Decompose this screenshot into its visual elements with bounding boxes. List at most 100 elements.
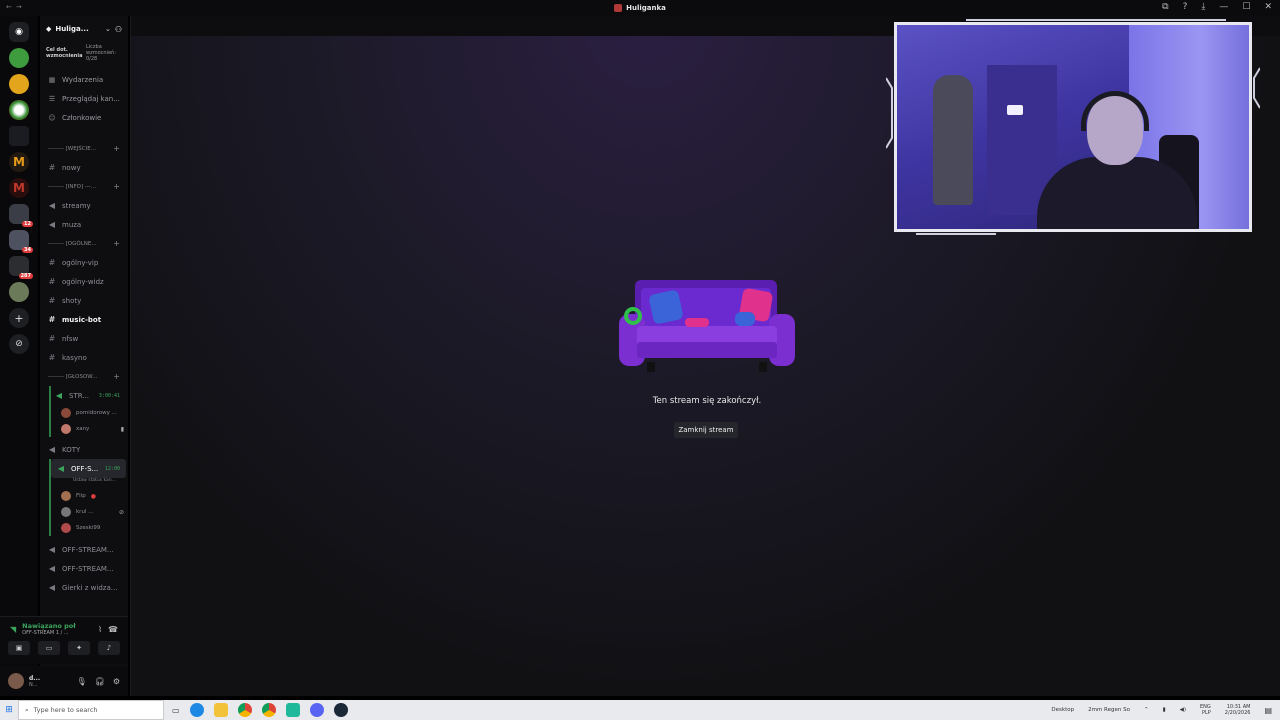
- nav-events[interactable]: ▦ Wydarzenia: [40, 70, 128, 89]
- voice-channel-str[interactable]: ◀ STR... 3:00:41: [51, 386, 128, 405]
- voice-user[interactable]: Szeski99: [51, 520, 128, 536]
- speaker-icon: ◀: [48, 445, 56, 454]
- channel-streamy[interactable]: ◀ streamy: [40, 196, 128, 215]
- channel-muza[interactable]: ◀ muza: [40, 215, 128, 234]
- channel-nfsw[interactable]: # nfsw: [40, 329, 128, 348]
- screen-share-button[interactable]: ▭: [38, 641, 60, 655]
- hash-icon: #: [48, 296, 56, 305]
- category-info[interactable]: -------- [INFO] ---... +: [40, 177, 128, 196]
- channel-status[interactable]: Ustaw status kan...: [51, 478, 128, 488]
- voice-channel-off-stream-1[interactable]: ◀ OFF-STREAM...: [40, 540, 128, 559]
- windows-start-icon[interactable]: ⊞: [0, 705, 18, 715]
- boost-count: 0/28: [86, 56, 98, 62]
- voice-channel-name[interactable]: OFF-STREAM 1 / ...: [22, 630, 76, 636]
- soundboard-button[interactable]: ♪: [98, 641, 120, 655]
- file-explorer-icon[interactable]: [213, 703, 228, 717]
- voice-timer: 3:00:41: [98, 392, 120, 399]
- close-window-button[interactable]: ✕: [1264, 2, 1272, 12]
- server-folder-icon[interactable]: 34: [9, 230, 33, 253]
- activities-button[interactable]: ✦: [68, 641, 90, 655]
- chrome-icon[interactable]: [237, 703, 252, 717]
- system-clock[interactable]: 10:31 AM 2/20/2026: [1225, 704, 1251, 716]
- channel-music-bot[interactable]: # music-bot: [40, 310, 128, 329]
- gear-icon[interactable]: ⚙: [113, 677, 120, 686]
- microphone-icon[interactable]: 🎙︎: [77, 677, 87, 686]
- add-server-icon[interactable]: +: [9, 308, 29, 328]
- language-indicator[interactable]: ENG PLP: [1200, 704, 1211, 716]
- edge-icon[interactable]: [189, 703, 204, 717]
- steam-icon[interactable]: [333, 703, 348, 717]
- server-icon[interactable]: [9, 100, 29, 120]
- voice-channel-gierki[interactable]: ◀ Gierki z widza...: [40, 578, 128, 597]
- download-icon[interactable]: ⤓: [1201, 2, 1205, 12]
- channel-label: OFF-S...: [71, 464, 99, 473]
- close-stream-button[interactable]: Zamknij stream: [674, 422, 738, 438]
- voice-user[interactable]: pomidorowy ...: [51, 405, 128, 421]
- channel-shoty[interactable]: # shoty: [40, 291, 128, 310]
- voice-user[interactable]: xany ▮: [51, 421, 128, 437]
- voice-channel-off-s[interactable]: ◀ OFF-S... 12:00: [51, 459, 126, 478]
- back-forward-arrows[interactable]: ←→: [6, 3, 26, 11]
- add-channel-icon[interactable]: +: [113, 144, 120, 153]
- nav-browse-channels[interactable]: ☰ Przeglądaj kan...: [40, 89, 128, 108]
- channel-ogolny-widz[interactable]: # ogólny-widz: [40, 272, 128, 291]
- server-icon[interactable]: [9, 126, 29, 146]
- maximize-button[interactable]: ☐: [1242, 2, 1250, 12]
- app-icon[interactable]: [285, 703, 300, 717]
- server-folder-icon[interactable]: 287: [9, 256, 33, 279]
- channel-nowy[interactable]: # nowy: [40, 158, 128, 177]
- taskbar-search[interactable]: ⌕ Type here to search: [18, 700, 164, 720]
- discord-icon[interactable]: [309, 703, 324, 717]
- headphones-icon[interactable]: 🎧︎: [95, 677, 105, 686]
- category-entry[interactable]: -------- [WEJŚCIE... +: [40, 139, 128, 158]
- signal-icon[interactable]: ◥: [10, 625, 16, 634]
- user-status: N...: [29, 681, 38, 688]
- keyboard-layout: PLP: [1201, 710, 1211, 716]
- volume-icon[interactable]: ◀): [1180, 707, 1186, 713]
- channel-ogolny-vip[interactable]: # ogólny-vip: [40, 253, 128, 272]
- voice-channel-koty[interactable]: ◀ KOTY: [40, 440, 128, 459]
- channel-label: nowy: [62, 163, 81, 172]
- channel-kasyno[interactable]: # kasyno: [40, 348, 128, 367]
- desktop-toolbar[interactable]: Desktop: [1051, 707, 1074, 713]
- voice-user[interactable]: krul ... ⊘: [51, 504, 128, 520]
- weather-widget[interactable]: 2mm Regen So: [1088, 707, 1130, 713]
- user-info[interactable]: d... N...: [29, 675, 40, 688]
- help-icon[interactable]: ?: [1183, 2, 1188, 12]
- network-icon[interactable]: ▮: [1163, 707, 1166, 713]
- channel-label: Gierki z widza...: [62, 583, 118, 592]
- disconnect-icon[interactable]: ☎: [108, 625, 118, 634]
- voice-user[interactable]: Flip ●: [51, 488, 128, 504]
- category-voice[interactable]: -------- [GŁOSOW... +: [40, 367, 128, 386]
- server-icon[interactable]: M: [9, 152, 29, 172]
- server-header[interactable]: ◆ Huliga... ⌄ ⚇: [40, 16, 128, 42]
- discord-home-icon[interactable]: ◉: [9, 22, 29, 42]
- voice-channel-group: ◀ STR... 3:00:41 pomidorowy ... xany ▮: [49, 386, 128, 437]
- tray-chevron-icon[interactable]: ⌃: [1144, 707, 1149, 713]
- discover-icon[interactable]: ⊘: [9, 334, 29, 354]
- boost-progress[interactable]: Cel dot. wzmocnienia Liczba wzmocnień: 0…: [40, 42, 128, 64]
- notification-icon[interactable]: ▤: [1264, 706, 1272, 715]
- task-view-icon[interactable]: ▭: [172, 706, 180, 715]
- server-folder-icon[interactable]: 12: [9, 204, 33, 227]
- server-icon[interactable]: M: [9, 178, 29, 198]
- noise-suppression-icon[interactable]: ⌇: [98, 625, 102, 634]
- minimize-button[interactable]: —: [1219, 2, 1228, 12]
- chevron-down-icon[interactable]: ⌄: [105, 25, 111, 33]
- camera-button[interactable]: ▣: [8, 641, 30, 655]
- voice-user-name: Szeski99: [76, 525, 101, 531]
- chrome-icon[interactable]: [261, 703, 276, 717]
- nav-members[interactable]: ☺ Członkowie: [40, 108, 128, 127]
- voice-channel-off-stream-2[interactable]: ◀ OFF-STREAM...: [40, 559, 128, 578]
- add-channel-icon[interactable]: +: [113, 182, 120, 191]
- add-channel-icon[interactable]: +: [113, 372, 120, 381]
- inbox-icon[interactable]: ⧉: [1162, 2, 1168, 12]
- add-member-icon[interactable]: ⚇: [115, 25, 122, 34]
- server-icon[interactable]: [9, 48, 29, 68]
- add-channel-icon[interactable]: +: [113, 239, 120, 248]
- category-general[interactable]: -------- [OGÓLNE... +: [40, 234, 128, 253]
- server-icon[interactable]: [9, 74, 29, 94]
- avatar[interactable]: [8, 673, 24, 689]
- server-icon[interactable]: [9, 282, 29, 302]
- channel-label: STR...: [69, 391, 90, 400]
